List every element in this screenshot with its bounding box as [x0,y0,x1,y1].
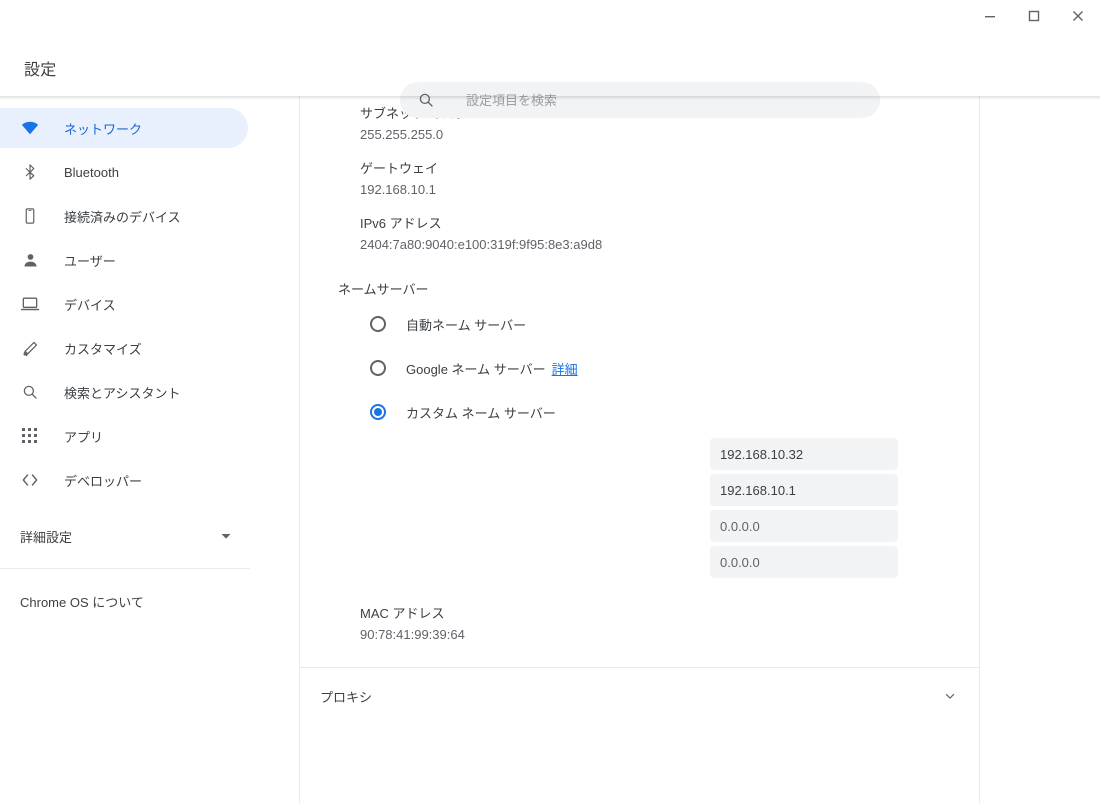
radio-label: Google ネーム サーバー詳細 [406,359,578,378]
person-icon [20,250,40,270]
close-icon [1072,10,1084,22]
maximize-icon [1028,10,1040,22]
sidebar-item-developers[interactable]: デベロッパー [0,460,248,500]
search-icon [416,90,436,110]
custom-nameserver-input-4[interactable] [710,546,898,578]
sidebar-item-network[interactable]: ネットワーク [0,108,248,148]
sidebar-item-bluetooth[interactable]: Bluetooth [0,152,248,192]
custom-nameserver-input-2[interactable] [710,474,898,506]
search-icon [20,382,40,402]
radio-label: カスタム ネーム サーバー [406,403,556,422]
sidebar-item-users[interactable]: ユーザー [0,240,248,280]
apps-grid-icon [20,426,40,446]
sidebar-item-search-assistant[interactable]: 検索とアシスタント [0,372,248,412]
sidebar-divider [0,568,250,569]
field-value: 192.168.10.1 [360,180,979,200]
bluetooth-icon [20,162,40,182]
field-value: 90:78:41:99:39:64 [360,625,979,645]
radio-button-unchecked-icon[interactable] [370,316,386,332]
app-header: 設定 [0,32,1100,96]
sidebar-item-connected-devices[interactable]: 接続済みのデバイス [0,196,248,236]
field-value: 255.255.255.0 [360,125,979,145]
field-ipv6-address: IPv6 アドレス 2404:7a80:9040:e100:319f:9f95:… [300,206,979,261]
field-label: MAC アドレス [360,604,979,624]
laptop-icon [20,294,40,314]
proxy-section-row[interactable]: プロキシ [300,668,980,724]
custom-nameserver-input-1[interactable] [710,438,898,470]
nameserver-section-title: ネームサーバー [300,261,979,302]
sidebar-about-label: Chrome OS について [20,592,144,611]
sidebar-item-label: カスタマイズ [64,339,142,358]
settings-window: 設定 ネットワーク [0,0,1100,804]
field-label: ゲートウェイ [360,159,979,179]
radio-button-checked-icon[interactable] [370,404,386,420]
sidebar-item-label: 接続済みのデバイス [64,207,181,226]
phone-icon [20,206,40,226]
proxy-section-body [300,724,980,804]
window-titlebar [0,0,1100,32]
sidebar-item-label: 検索とアシスタント [64,383,180,402]
sidebar-item-label: Bluetooth [64,165,119,180]
proxy-label: プロキシ [320,687,372,706]
wifi-icon [20,118,40,138]
field-gateway: ゲートウェイ 192.168.10.1 [300,151,979,206]
maximize-button[interactable] [1012,0,1056,32]
radio-button-unchecked-icon[interactable] [370,360,386,376]
sidebar-item-personalization[interactable]: カスタマイズ [0,328,248,368]
sidebar-item-about-chromeos[interactable]: Chrome OS について [0,581,248,621]
sidebar: ネットワーク Bluetooth 接続済みのデバイス [0,96,300,804]
network-detail-card: サブネット マスク 255.255.255.0 ゲートウェイ 192.168.1… [300,96,980,668]
field-label: IPv6 アドレス [360,214,979,234]
sidebar-item-label: デベロッパー [64,471,142,490]
radio-custom-nameserver[interactable]: カスタム ネーム サーバー [300,390,979,434]
custom-nameserver-inputs [300,438,979,578]
minimize-button[interactable] [968,0,1012,32]
search-input[interactable] [464,92,864,109]
radio-automatic-nameserver[interactable]: 自動ネーム サーバー [300,302,979,346]
sidebar-item-label: ユーザー [64,251,116,270]
field-mac-address: MAC アドレス 90:78:41:99:39:64 [300,582,979,651]
sidebar-item-label: アプリ [64,427,103,446]
sidebar-item-advanced[interactable]: 詳細設定 [0,516,248,556]
radio-label: 自動ネーム サーバー [406,315,526,334]
pencil-icon [20,338,40,358]
sidebar-item-label: デバイス [64,295,116,314]
sidebar-item-label: ネットワーク [64,119,142,138]
sidebar-item-device[interactable]: デバイス [0,284,248,324]
page-title: 設定 [24,56,56,80]
sidebar-item-apps[interactable]: アプリ [0,416,248,456]
search-box[interactable] [400,82,880,118]
radio-label-text: Google ネーム サーバー [406,362,546,377]
radio-google-nameserver[interactable]: Google ネーム サーバー詳細 [300,346,979,390]
main-content: サブネット マスク 255.255.255.0 ゲートウェイ 192.168.1… [300,96,1100,804]
code-brackets-icon [20,470,40,490]
chevron-down-icon [220,530,232,542]
sidebar-advanced-label: 詳細設定 [20,527,72,546]
minimize-icon [984,10,996,22]
learn-more-link[interactable]: 詳細 [552,362,578,377]
field-value: 2404:7a80:9040:e100:319f:9f95:8e3:a9d8 [360,235,979,255]
custom-nameserver-input-3[interactable] [710,510,898,542]
close-button[interactable] [1056,0,1100,32]
chevron-down-icon[interactable] [943,689,957,703]
